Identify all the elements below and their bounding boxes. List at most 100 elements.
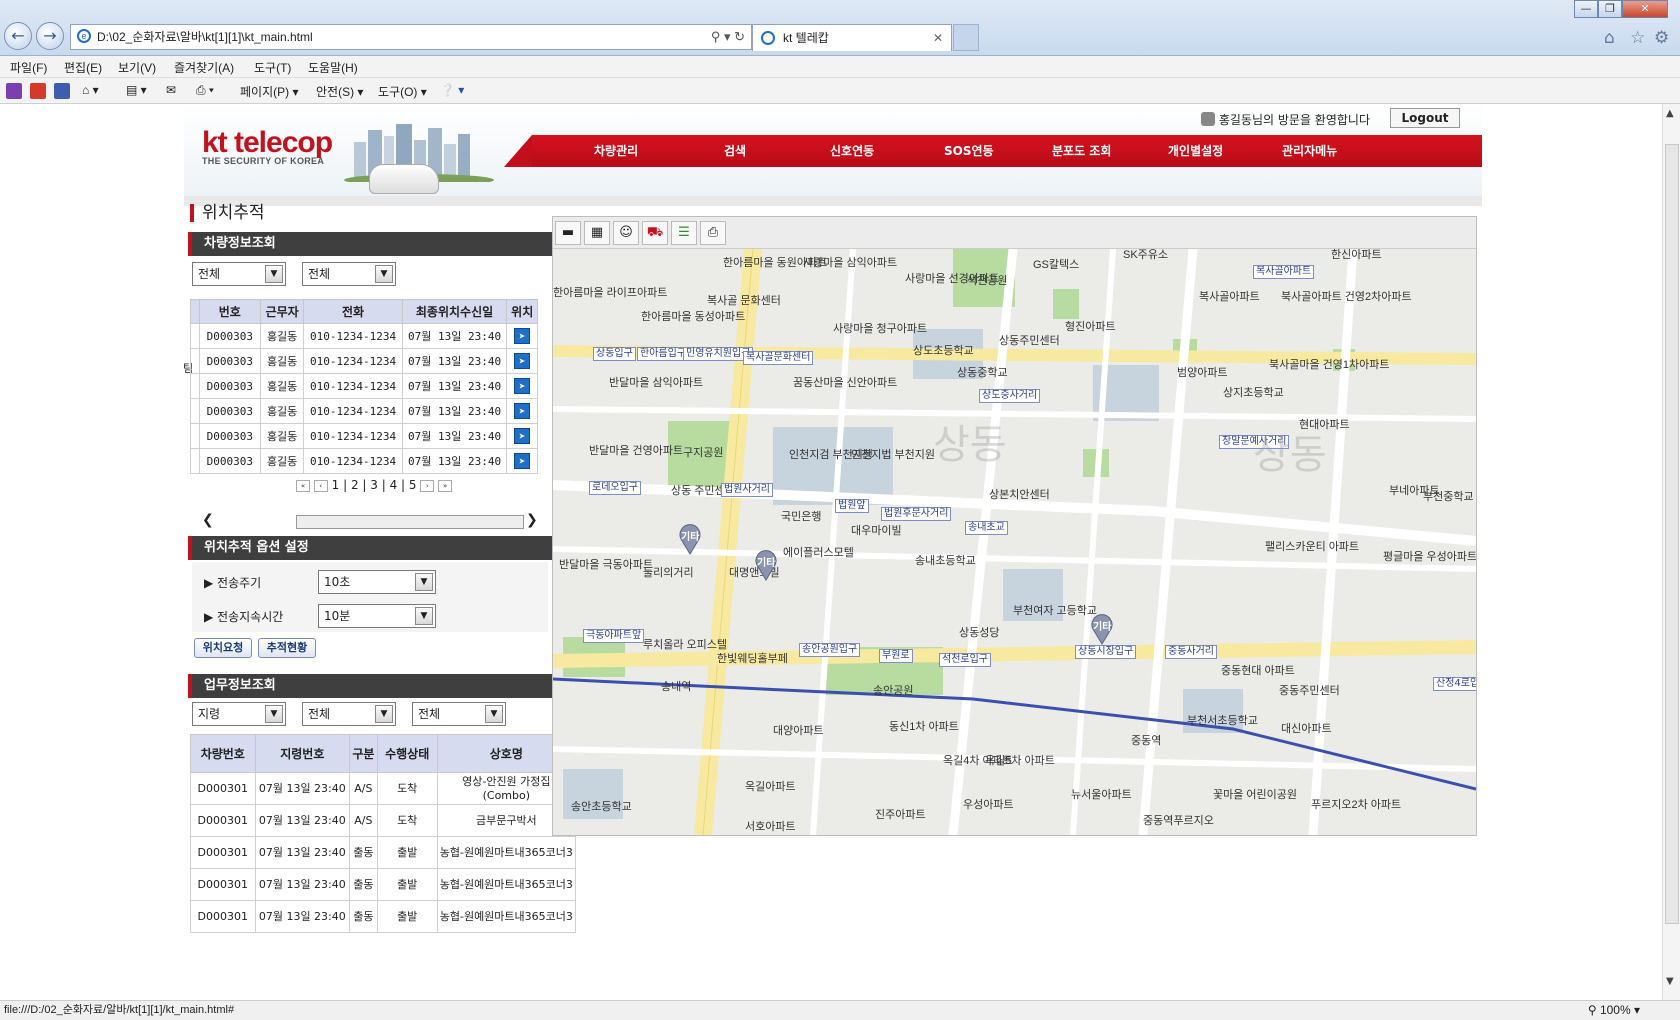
layers-icon[interactable]: ☰ [671,221,697,245]
scroll-down-icon[interactable]: ▼ [1666,976,1674,987]
nav-admin[interactable]: 관리자메뉴 [1282,135,1337,167]
person-icon[interactable]: ☺ [613,221,639,245]
location-request-button[interactable]: 위치요청 [194,638,252,658]
bus-stop-label: 극동아파트앞 [583,629,645,643]
new-tab-button[interactable] [953,24,979,51]
browser-tab[interactable]: kt 텔레캅 ✕ [752,24,952,51]
minimize-button[interactable]: — [1574,0,1598,18]
tools-menu[interactable]: 도구(O) ▾ [378,83,427,100]
scroll-left-icon[interactable]: ❮ [202,512,214,528]
table-row[interactable]: D000303 홍길동 010-1234-1234 07월 13일 23:40 ➤ [190,423,538,449]
command-bar: ⌂ ▾ ▤ ▾ ✉ ⎙ ▾ 페이지(P) ▾ 안전(S) ▾ 도구(O) ▾ ❔… [0,78,1680,104]
table-row[interactable]: D000301 07월 13일 23:40 A/S 도착 금부문구박서 [190,804,577,837]
address-bar[interactable]: e D:\02_순화자료\알바\kt[1][1]\kt_main.html ⚲ … [70,24,752,50]
menu-tools[interactable]: 도구(T) [254,59,291,76]
car-icon[interactable]: ⛟ [642,221,668,245]
duration-select[interactable]: 10분 ▼ [318,604,436,628]
onenote-icon[interactable] [6,83,22,99]
table-row[interactable]: D000301 07월 13일 23:40 출동 출발 농협-원예원마트내365코너3 [190,900,577,933]
page-2[interactable]: 2 [351,478,359,492]
menu-edit[interactable]: 편집(E) [64,59,102,76]
scroll-up-icon[interactable]: ▲ [1666,108,1674,119]
mail-icon[interactable]: ✉ [166,83,176,97]
location-pin-button[interactable]: ➤ [506,373,538,399]
work-filter1-select[interactable]: 지령 ▼ [192,702,286,726]
prev-page-button[interactable]: ‹ [313,480,328,492]
last-page-button[interactable]: » [438,480,453,492]
scroll-right-icon[interactable]: ❯ [526,512,538,528]
menu-favorites[interactable]: 즐겨찾기(A) [174,59,234,76]
addon2-icon[interactable] [54,83,70,99]
home-icon[interactable]: ⌂ [1604,28,1615,48]
location-pin-button[interactable]: ➤ [506,448,538,474]
table-row[interactable]: D000303 홍길동 010-1234-1234 07월 13일 23:40 ➤ [190,373,538,399]
back-icon[interactable]: ← [4,22,32,50]
nav-distribution[interactable]: 분포도 조회 [1052,135,1111,167]
table-row[interactable]: D000303 홍길동 010-1234-1234 07월 13일 23:40 ➤ [190,398,538,424]
tab-close-icon[interactable]: ✕ [933,25,943,51]
restore-button[interactable]: ❐ [1598,0,1622,18]
page-scrollbar[interactable]: ▲ ▼ [1662,104,1680,1000]
page-5[interactable]: 5 [409,478,417,492]
vehicle-filter1-select[interactable]: 전체 ▼ [192,262,286,286]
menu-view[interactable]: 보기(V) [118,59,156,76]
vehicle-filter2-select[interactable]: 전체 ▼ [302,262,396,286]
nav-personal[interactable]: 개인별설정 [1168,135,1223,167]
ruler-icon[interactable]: ▬ [555,221,581,245]
map-place-label: 한아름마을 라이프아파트 [553,287,668,299]
vehicle-marker[interactable]: 기타 [677,523,703,555]
favorites-star-icon[interactable]: ☆ [1630,28,1645,48]
safety-menu[interactable]: 안전(S) ▾ [316,83,363,100]
horizontal-scrollbar[interactable]: ❮ ❯ [190,512,540,532]
print-icon[interactable]: ⎙ [700,221,726,245]
addon-icon[interactable] [30,83,46,99]
vehicle-panel-title: 차량정보조회 [188,232,574,256]
home-icon[interactable]: ⌂ ▾ [82,83,99,97]
location-pin-button[interactable]: ➤ [506,398,538,424]
table-row[interactable]: D000303 홍길동 010-1234-1234 07월 13일 23:40 ➤ [190,448,538,474]
page-menu[interactable]: 페이지(P) ▾ [240,83,298,100]
menu-help[interactable]: 도움말(H) [308,59,358,76]
table-row[interactable]: D000303 홍길동 010-1234-1234 07월 13일 23:40 ➤ [190,323,538,349]
duration-label: ▶ 전송지속시간 [204,610,284,624]
work-filter3-select[interactable]: 전체 ▼ [412,702,506,726]
print-icon[interactable]: ⎙ ▾ [196,83,214,98]
help-icon[interactable]: ❔ ▾ [440,83,464,97]
nav-signal[interactable]: 신호연동 [830,135,874,167]
location-pin-button[interactable]: ➤ [506,348,538,374]
work-filter2-select[interactable]: 전체 ▼ [302,702,396,726]
scroll-thumb[interactable] [1665,144,1679,924]
vehicle-marker[interactable]: 기타 [753,549,779,581]
forward-icon[interactable]: → [36,22,64,50]
scroll-track[interactable] [296,515,524,529]
feed-icon[interactable]: ▤ ▾ [126,83,147,97]
logout-button[interactable]: Logout [1390,108,1460,128]
table-row[interactable]: D000301 07월 13일 23:40 A/S 도착 영상-안진원 가정집 (Com… [190,772,577,805]
page-3[interactable]: 3 [370,478,378,492]
next-page-button[interactable]: › [420,480,435,492]
menu-file[interactable]: 파일(F) [10,59,47,76]
location-pin-button[interactable]: ➤ [506,423,538,449]
table-row[interactable]: D000303 홍길동 010-1234-1234 07월 13일 23:40 ➤ [190,348,538,374]
page-4[interactable]: 4 [390,478,398,492]
nav-search[interactable]: 검색 [724,135,746,167]
page-1[interactable]: 1 [332,478,340,492]
gear-icon[interactable]: ⚙ [1654,28,1669,48]
location-pin-button[interactable]: ➤ [506,323,538,349]
nav-sos[interactable]: SOS연동 [944,135,994,167]
vehicle-marker[interactable]: 기타 [1089,613,1115,645]
map-canvas[interactable]: 한아름마을 동원아파트 사랑마을 삼익아파트 사랑마을 선경아파트 석천공원 GS칼텍스… [553,249,1476,835]
kt-telecop-logo[interactable]: kt telecop THE SECURITY OF KOREA [202,126,333,166]
zoom-level[interactable]: ⚲ 100% ▾ [1588,1001,1640,1019]
tracking-status-button[interactable]: 추적현황 [258,638,316,658]
period-select[interactable]: 10초 ▼ [318,570,436,594]
table-cell: 도착 [376,772,438,805]
area-icon[interactable]: ▦ [584,221,610,245]
table-row[interactable]: D000301 07월 13일 23:40 출동 출발 농협-원예원마트내365코너3 [190,868,577,901]
col-worker: 근무자 [259,299,305,324]
table-row[interactable]: D000301 07월 13일 23:40 출동 출발 농협-원예원마트내365코너3 [190,836,577,869]
first-page-button[interactable]: « [296,480,310,492]
close-window-button[interactable]: ✕ [1622,0,1668,18]
nav-vehicle[interactable]: 차량관리 [594,135,638,167]
address-tools[interactable]: ⚲ ▾ ↻ [711,25,745,49]
